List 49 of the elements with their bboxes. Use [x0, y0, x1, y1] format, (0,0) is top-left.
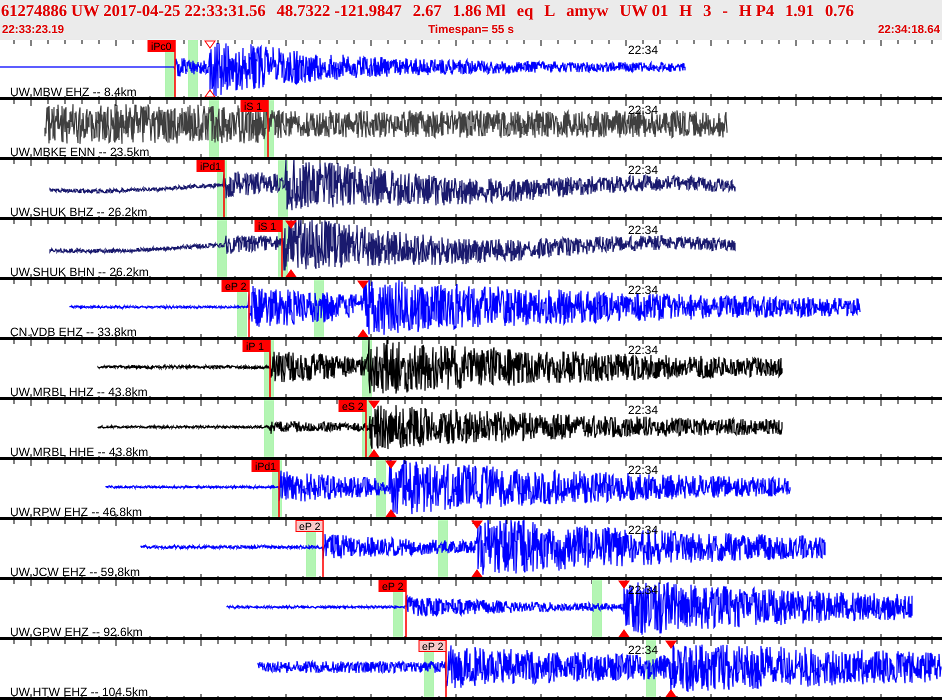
station-label: UW.HTW EHZ -- 104.5km — [10, 685, 148, 699]
pick-label: iS 1 — [240, 100, 268, 113]
event-field: 0.76 — [824, 0, 854, 22]
event-field: 1.91 — [785, 0, 814, 22]
station-label: CN.VDB EHZ -- 33.8km — [10, 325, 137, 339]
pick-label: iPd1 — [252, 460, 280, 473]
event-field: amyw — [566, 0, 608, 22]
station-label: UW.GPW EHZ -- 92.6km — [10, 625, 143, 639]
station-label: UW.MBKE ENN -- 23.5km — [10, 145, 150, 159]
end-time: 22:34:18.64 — [878, 23, 940, 38]
event-field: 2.67 — [412, 0, 442, 22]
time-label: 22:34 — [628, 583, 658, 597]
station-label: UW.SHUK BHZ -- 26.2km — [10, 205, 148, 219]
time-label: 22:34 — [628, 343, 658, 357]
event-field: - — [722, 0, 728, 22]
event-field: 1.86 Ml — [452, 0, 506, 22]
time-label: 22:34 — [628, 403, 658, 417]
station-label: UW.MRBL HHE -- 43.8km — [10, 445, 148, 459]
time-label: 22:34 — [628, 43, 658, 57]
event-field: H — [679, 0, 692, 22]
pick-label: eP 2 — [222, 280, 250, 293]
time-label: 22:34 — [628, 103, 658, 117]
pick-label: iS 1 — [254, 220, 282, 233]
event-field: H P4 — [738, 0, 774, 22]
time-label: 22:34 — [628, 463, 658, 477]
pick-label: iPc0 — [148, 40, 176, 53]
event-field: L — [544, 0, 556, 22]
event-field: 61274886 UW 2017-04-25 22:33:31.56 — [1, 0, 266, 22]
start-time: 22:33:23.19 — [2, 23, 64, 38]
station-label: UW.MRBL HHZ -- 43.8km — [10, 385, 148, 399]
station-label: UW.RPW EHZ -- 46.8km — [10, 505, 142, 519]
event-field: UW 01 — [619, 0, 668, 22]
event-field: 48.7322 -121.9847 — [276, 0, 402, 22]
pick-label: iP 1 — [242, 340, 270, 353]
pick-label: eP 2 — [296, 520, 324, 533]
pick-label: iPd1 — [196, 160, 224, 173]
time-label: 22:34 — [628, 163, 658, 177]
timespan-label: Timespan= 55 s — [428, 23, 514, 38]
time-label: 22:34 — [628, 283, 658, 297]
time-label: 22:34 — [628, 643, 658, 657]
station-label: UW.SHUK BHN -- 26.2km — [10, 265, 149, 279]
event-field: 3 — [703, 0, 712, 22]
pick-label: eP 2 — [418, 640, 446, 653]
station-label: UW.JCW EHZ -- 59.8km — [10, 565, 140, 579]
event-field: eq — [516, 0, 534, 22]
time-label: 22:34 — [628, 523, 658, 537]
time-label: 22:34 — [628, 223, 658, 237]
pick-label: eP 2 — [378, 580, 406, 593]
station-label: UW.MBW EHZ -- 8.4km — [10, 85, 137, 99]
